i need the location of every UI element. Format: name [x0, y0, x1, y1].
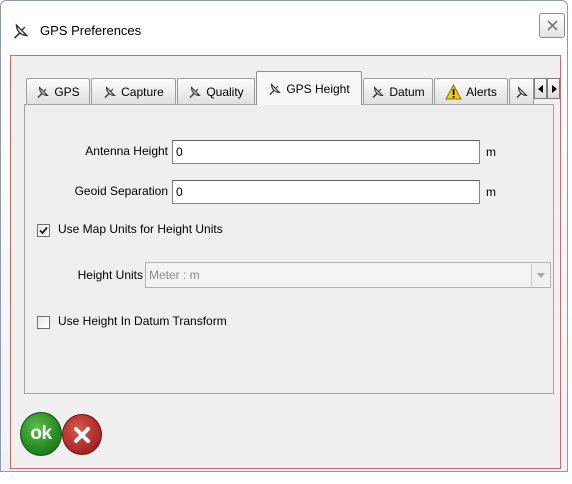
geoid-separation-unit: m — [486, 185, 496, 199]
gps-icon — [12, 22, 30, 40]
tab-label: Quality — [206, 84, 244, 99]
antenna-height-label: Antenna Height — [85, 144, 168, 158]
cancel-icon — [74, 426, 90, 443]
tab-capture[interactable]: Capture — [91, 78, 176, 104]
gps-icon — [515, 85, 529, 99]
use-height-datum-label: Use Height In Datum Transform — [58, 314, 227, 328]
arrow-right-icon — [551, 84, 557, 93]
use-map-units-checkbox[interactable] — [37, 224, 50, 237]
antenna-height-input[interactable] — [172, 140, 480, 164]
height-units-dropdown[interactable]: Meter : m — [145, 262, 551, 288]
gps-icon — [36, 85, 50, 99]
tab-gps[interactable]: GPS — [26, 78, 90, 104]
tab-label: Alerts — [466, 84, 497, 99]
cancel-button[interactable] — [62, 414, 102, 455]
tab-label: GPS Height — [286, 81, 350, 96]
close-button[interactable] — [539, 13, 565, 38]
tab-alerts[interactable]: Alerts — [434, 78, 508, 104]
chevron-down-icon — [531, 264, 549, 286]
gps-icon — [268, 82, 282, 96]
use-height-datum-checkbox[interactable] — [37, 316, 50, 329]
arrow-left-icon — [537, 84, 543, 93]
use-map-units-label: Use Map Units for Height Units — [58, 222, 223, 236]
gps-preferences-dialog: GPS Preferences GPS Capture Quality GPS … — [0, 0, 568, 472]
geoid-separation-label: Geoid Separation — [74, 184, 168, 198]
tab-scroll-right-button[interactable] — [547, 78, 560, 99]
window-title: GPS Preferences — [40, 23, 142, 38]
gps-icon — [188, 85, 202, 99]
ok-label: ok — [30, 423, 52, 444]
gps-icon — [371, 85, 385, 99]
dialog-body: GPS Capture Quality GPS Height Datum Ale… — [10, 55, 561, 469]
tab-scroll-left-button[interactable] — [534, 78, 547, 99]
tab-scroll-buttons — [534, 78, 560, 99]
warning-icon — [445, 83, 462, 100]
tab-gps-height[interactable]: GPS Height — [256, 71, 362, 105]
tab-quality[interactable]: Quality — [177, 78, 255, 104]
height-units-label: Height Units — [77, 268, 143, 282]
gps-icon — [103, 85, 117, 99]
close-icon — [546, 20, 558, 31]
checkmark-icon — [39, 226, 48, 235]
height-units-value: Meter : m — [149, 268, 200, 282]
tab-label: GPS — [54, 84, 80, 99]
tab-next-partial[interactable] — [509, 78, 534, 104]
antenna-height-unit: m — [486, 145, 496, 159]
geoid-separation-input[interactable] — [172, 180, 480, 204]
gps-height-tab-page: Antenna Height m Geoid Separation m Use … — [24, 104, 554, 394]
tab-label: Datum — [389, 84, 425, 99]
tab-datum[interactable]: Datum — [363, 78, 433, 104]
tab-label: Capture — [121, 84, 164, 99]
ok-button[interactable]: ok — [20, 412, 62, 456]
